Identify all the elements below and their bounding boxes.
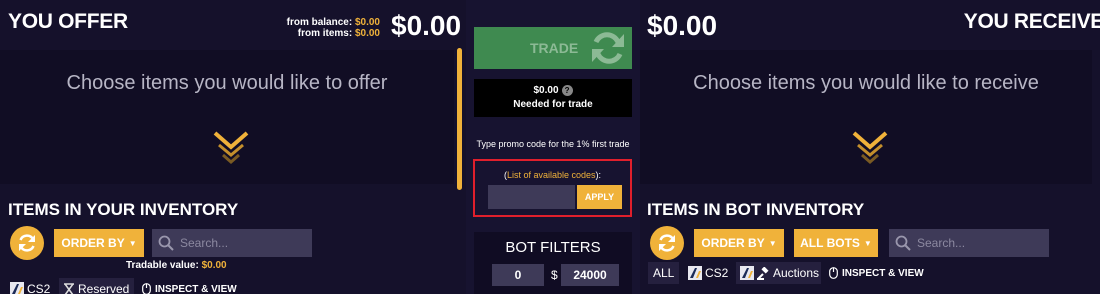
bot-inspect-view-toggle[interactable]: INSPECT & VIEW (829, 267, 924, 279)
needed-label: Needed for trade (513, 99, 593, 110)
bot-order-by-button[interactable]: ORDER BY ▼ (694, 229, 784, 257)
min-price-input[interactable]: 0 (492, 264, 544, 286)
trade-center-panel: TRADE $0.00? Needed for trade Type promo… (466, 0, 640, 294)
offer-title: YOU OFFER (8, 10, 128, 33)
inventory-title: ITEMS IN YOUR INVENTORY (8, 200, 239, 219)
offer-placeholder-text: Choose items you would like to offer (66, 72, 388, 94)
bot-filters-title: BOT FILTERS (505, 239, 601, 256)
max-price-input[interactable]: 24000 (561, 264, 619, 286)
reserved-filter[interactable]: Reserved (59, 278, 134, 294)
cs2-icon (10, 282, 24, 294)
bot-search-box[interactable] (889, 229, 1049, 257)
bot-inspect-label: INSPECT & VIEW (842, 267, 924, 279)
from-items-label: from items: (297, 28, 353, 39)
promo-code-section: (List of available codes): APPLY (473, 159, 632, 217)
bot-filters-panel: BOT FILTERS 0 $ 24000 (474, 232, 632, 294)
receive-total: $0.00 (647, 10, 718, 41)
gavel-icon (757, 266, 770, 280)
cs2-icon (740, 266, 754, 280)
auctions-filter[interactable]: Auctions (736, 262, 821, 284)
offer-drop-area[interactable]: Choose items you would like to offer (0, 50, 454, 184)
tradable-amount: $0.00 (201, 260, 227, 271)
caret-down-icon: ▼ (128, 238, 137, 248)
auctions-label: Auctions (773, 266, 820, 280)
refresh-icon (659, 234, 675, 252)
all-bots-button[interactable]: ALL BOTS ▼ (794, 229, 878, 257)
game-tag-cs2[interactable]: CS2 (6, 278, 54, 294)
offer-breakdown: from balance: $0.00 from items: $0.00 (268, 17, 380, 39)
from-balance-value: $0.00 (354, 17, 380, 28)
from-balance-label: from balance: (286, 17, 353, 28)
mouse-icon (142, 283, 151, 294)
refresh-icon (19, 234, 35, 252)
offer-total: $0.00 (391, 10, 462, 41)
search-icon (895, 235, 911, 251)
game-tag-label: CS2 (27, 282, 51, 294)
receive-drop-area[interactable]: Choose items you would like to receive (640, 50, 1092, 184)
inventory-search-box[interactable] (152, 229, 312, 257)
help-icon[interactable]: ? (561, 84, 573, 96)
needed-for-trade-box: $0.00? Needed for trade (474, 79, 632, 117)
promo-description: Type promo code for the 1% first trade b… (476, 139, 630, 160)
paren-close: ): (595, 170, 602, 180)
tradable-label: Tradable value: (126, 260, 199, 271)
caret-down-icon: ▼ (863, 238, 872, 248)
currency-symbol: $ (551, 268, 558, 282)
chevron-down-icon (213, 131, 249, 164)
refresh-inventory-button[interactable] (10, 226, 44, 260)
search-icon (158, 235, 174, 251)
bot-order-by-label: ORDER BY (701, 236, 765, 250)
from-items-value: $0.00 (354, 28, 380, 39)
hourglass-icon (63, 282, 75, 294)
mouse-icon (829, 267, 838, 279)
bot-inventory-title: ITEMS IN BOT INVENTORY (647, 200, 865, 219)
offer-scrollbar[interactable] (457, 48, 462, 190)
inspect-label: INSPECT & VIEW (155, 283, 237, 294)
trade-button[interactable]: TRADE (474, 27, 632, 69)
tradable-value: Tradable value: $0.00 (126, 260, 227, 271)
order-by-label: ORDER BY (61, 236, 125, 250)
refresh-bot-inventory-button[interactable] (650, 226, 684, 260)
trade-label: TRADE (530, 40, 579, 56)
all-filter[interactable]: ALL (648, 262, 680, 284)
bot-search-input[interactable] (917, 236, 1037, 250)
needed-amount: $0.00 (533, 85, 559, 96)
chevron-down-icon (852, 131, 888, 164)
inventory-search-input[interactable] (180, 236, 300, 250)
available-codes-link[interactable]: List of available codes (507, 170, 596, 180)
promo-code-input[interactable] (488, 185, 575, 209)
order-by-button[interactable]: ORDER BY ▼ (54, 229, 144, 257)
receive-placeholder-text: Choose items you would like to receive (693, 72, 1039, 94)
all-bots-label: ALL BOTS (800, 236, 860, 250)
exchange-arrows-icon (592, 32, 624, 64)
bot-game-tag-cs2[interactable]: CS2 (684, 262, 732, 284)
offer-panel: YOU OFFER from balance: $0.00 from items… (0, 0, 466, 294)
receive-panel: $0.00 YOU RECEIVE Choose items you would… (640, 0, 1100, 294)
cs2-icon (688, 266, 702, 280)
caret-down-icon: ▼ (768, 238, 777, 248)
promo-link-line: (List of available codes): (475, 170, 630, 180)
reserved-label: Reserved (78, 282, 130, 294)
inspect-view-toggle[interactable]: INSPECT & VIEW (142, 283, 237, 294)
bot-game-tag-label: CS2 (705, 266, 729, 280)
apply-promo-button[interactable]: APPLY (577, 185, 622, 209)
receive-title: YOU RECEIVE (963, 10, 1100, 33)
